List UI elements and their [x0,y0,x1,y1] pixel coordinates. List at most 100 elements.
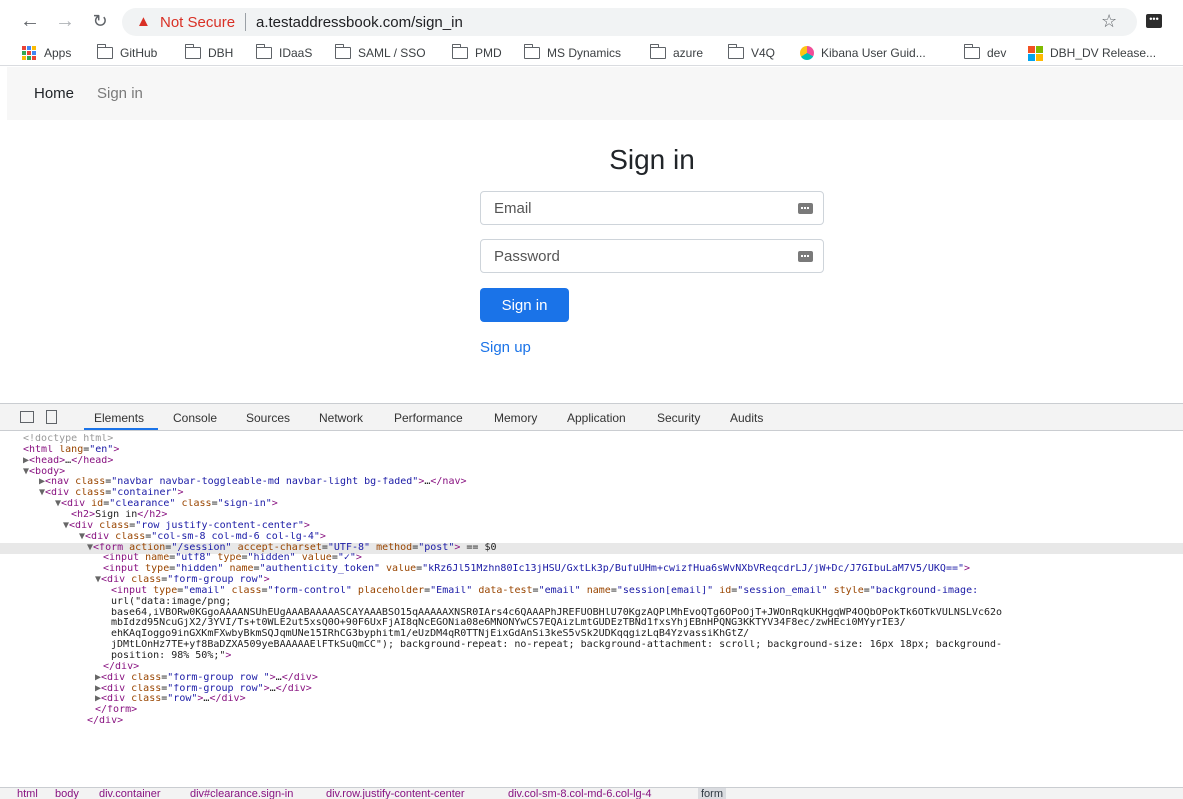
bookmark-v4q[interactable]: V4Q [727,44,776,62]
dom-line[interactable]: jDMtLOnHz7TE+yf8BaDZXA509yeBAAAAAElFTkSu… [0,640,1183,651]
bookmark-label: GitHub [120,46,158,60]
dom-line[interactable]: ▼<div class="form-group row"> [0,575,1183,586]
folder-icon [184,44,201,59]
folder-icon [963,44,980,59]
dom-line[interactable]: </div> [0,716,1183,727]
microsoft-icon [1028,45,1043,61]
breadcrumb-item-current[interactable]: form [698,788,726,799]
tab-performance[interactable]: Performance [394,411,463,425]
extension-icon[interactable]: ••• [1146,14,1162,28]
bookmark-star-icon[interactable]: ☆ [1101,10,1117,32]
bookmark-github[interactable]: GitHub [96,44,158,62]
dom-line[interactable]: ▼<div class="container"> [0,488,1183,499]
nav-sign-in-link[interactable]: Sign in [97,85,143,102]
dom-line[interactable]: ▶<head>…</head> [0,456,1183,467]
tab-memory[interactable]: Memory [494,411,537,425]
password-manager-key-icon[interactable] [798,251,813,262]
bookmark-label: dev [987,46,1007,60]
device-toolbar-icon[interactable] [46,410,57,424]
breadcrumb-item[interactable]: div.row.justify-content-center [326,788,465,799]
back-arrow-icon[interactable]: ← [19,10,41,32]
dom-line[interactable]: <!doctype html> [0,434,1183,445]
bookmark-dev[interactable]: dev [963,44,1007,62]
tab-audits[interactable]: Audits [730,411,763,425]
dom-line[interactable]: url("data:image/png; [0,597,1183,608]
bookmark-label: DBH_DV Release... [1050,46,1157,60]
bookmark-dbh-dv-release[interactable]: DBH_DV Release... [1028,44,1156,62]
bookmark-idaas[interactable]: IDaaS [255,44,312,62]
dom-line[interactable]: </form> [0,705,1183,716]
dom-line[interactable]: ▶<div class="form-group row">…</div> [0,684,1183,695]
dom-line[interactable]: ▼<body> [0,467,1183,478]
tab-network[interactable]: Network [319,411,363,425]
dom-line[interactable]: <input name="utf8" type="hidden" value="… [0,553,1183,564]
bookmark-kibana[interactable]: Kibana User Guid... [800,44,926,62]
breadcrumb-item[interactable]: body [55,788,79,799]
email-field-wrapper [480,191,824,225]
dom-line[interactable]: ▶<div class="form-group row ">…</div> [0,673,1183,684]
email-input[interactable] [481,192,823,224]
dom-line[interactable]: ▼<div class="row justify-content-center"… [0,521,1183,532]
dom-line[interactable]: mbIdzd95NcuGjX2/3YVI/Ts+t0WLE2ut5xsQ0O+9… [0,618,1183,629]
sign-in-button[interactable]: Sign in [480,288,569,322]
bookmark-ms-dynamics[interactable]: MS Dynamics [523,44,622,62]
dom-line[interactable]: ▼<div class="col-sm-8 col-md-6 col-lg-4"… [0,532,1183,543]
bookmark-label: Apps [44,46,72,60]
folder-icon [649,44,666,59]
tab-security[interactable]: Security [657,411,700,425]
dom-line[interactable]: base64,iVBORw0KGgoAAAANSUhEUgAAABAAAAASC… [0,608,1183,619]
kibana-icon [800,46,814,60]
dom-line[interactable]: ▼<form action="/session" accept-charset=… [0,542,1183,554]
password-input[interactable] [481,240,823,272]
address-bar[interactable]: ▲ Not Secure a.testaddressbook.com/sign_… [122,8,1137,36]
bookmark-label: V4Q [751,46,776,60]
password-manager-key-icon[interactable] [798,203,813,214]
breadcrumb-item[interactable]: div#clearance.sign-in [190,788,293,799]
dom-line[interactable]: ▼<div id="clearance" class="sign-in"> [0,499,1183,510]
bookmark-apps[interactable]: Apps [22,44,71,62]
dom-line[interactable]: <h2>Sign in</h2> [0,510,1183,521]
folder-icon [727,44,744,59]
bookmark-label: DBH [208,46,234,60]
tab-console[interactable]: Console [173,411,217,425]
not-secure-label[interactable]: Not Secure [160,14,235,31]
bookmark-label: MS Dynamics [547,46,622,60]
dom-line[interactable]: </div> [0,662,1183,673]
bookmarks-bar: Apps GitHub DBH IDaaS SAML / SSO PMD MS … [0,40,1183,66]
bookmark-dbh[interactable]: DBH [184,44,234,62]
folder-icon [334,44,351,59]
breadcrumb-item[interactable]: div.container [99,788,161,799]
dom-line[interactable]: ▶<nav class="navbar navbar-toggleable-md… [0,477,1183,488]
browser-toolbar: ← → ↻ ▲ Not Secure a.testaddressbook.com… [0,0,1183,42]
forward-arrow-icon[interactable]: → [54,10,76,32]
dom-line[interactable]: ehKAqIoggo9inGXKmFXwbyBkmSQJqmUNe15IRhCG… [0,629,1183,640]
dom-line[interactable]: <html lang="en"> [0,445,1183,456]
tab-sources[interactable]: Sources [246,411,290,425]
bookmark-pmd[interactable]: PMD [451,44,502,62]
tab-application[interactable]: Application [567,411,626,425]
bookmark-azure[interactable]: azure [649,44,703,62]
folder-icon [96,44,113,59]
page-title: Sign in [609,144,695,175]
breadcrumb-item[interactable]: html [17,788,38,799]
tab-elements[interactable]: Elements [94,411,144,425]
sign-up-link[interactable]: Sign up [480,339,531,356]
dom-line[interactable]: <input type="email" class="form-control"… [0,586,1183,597]
nav-home-link[interactable]: Home [34,85,74,102]
breadcrumb-item[interactable]: div.col-sm-8.col-md-6.col-lg-4 [508,788,651,799]
dom-line[interactable]: <input type="hidden" name="authenticity_… [0,564,1183,575]
inspect-element-icon[interactable] [20,411,34,423]
elements-dom-tree[interactable]: <!doctype html> <html lang="en"> ▶<head>…<… [0,432,1183,780]
devtools-breadcrumb: html body div.container div#clearance.si… [0,787,1183,799]
dom-line[interactable]: ▶<div class="row">…</div> [0,694,1183,705]
folder-icon [523,44,540,59]
reload-icon[interactable]: ↻ [89,10,111,32]
bookmark-saml-sso[interactable]: SAML / SSO [334,44,426,62]
dom-line[interactable]: position: 98% 50%;"> [0,651,1183,662]
url-text[interactable]: a.testaddressbook.com/sign_in [256,14,463,31]
devtools-panel: Elements Console Sources Network Perform… [0,403,1183,799]
apps-grid-icon [22,46,36,60]
password-field-wrapper [480,239,824,273]
folder-icon [451,44,468,59]
active-tab-indicator [84,428,158,430]
